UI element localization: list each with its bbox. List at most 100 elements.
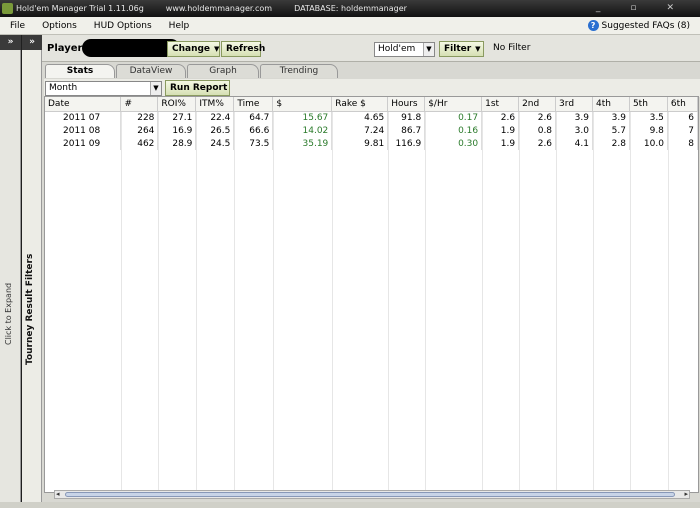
cell: 9.8 <box>629 124 668 137</box>
database-label: DATABASE: holdemmanager <box>294 4 407 13</box>
player-name-redacted <box>82 39 180 57</box>
chevron-down-icon: ▼ <box>150 82 161 95</box>
cell: 264 <box>120 124 159 137</box>
cell: 66.6 <box>233 124 274 137</box>
report-tabs: Stats DataView Graph Trending <box>42 64 700 78</box>
table-row[interactable]: 2011 08 264 16.9 26.5 66.6 14.02 7.24 86… <box>45 124 698 137</box>
cell: 73.5 <box>233 137 274 150</box>
cell-money: 35.19 <box>272 137 333 150</box>
cell: 16.9 <box>157 124 197 137</box>
period-select[interactable]: Month ▼ <box>45 81 162 96</box>
title-bar: Hold'em Manager Trial 1.11.06g www.holde… <box>0 0 700 17</box>
scroll-right-icon[interactable]: ▸ <box>684 491 688 498</box>
period-value: Month <box>49 83 78 93</box>
scroll-left-icon[interactable]: ◂ <box>56 491 60 498</box>
cell: 24.5 <box>195 137 235 150</box>
tab-trending[interactable]: Trending <box>260 64 338 78</box>
column-header[interactable]: Hours <box>387 97 426 112</box>
cell: 91.8 <box>387 111 426 124</box>
filter-button[interactable]: Filter ▼ <box>439 41 484 57</box>
cell: 116.9 <box>387 137 426 150</box>
cell-money-per-hour: 0.16 <box>424 124 483 137</box>
tab-dataview[interactable]: DataView <box>116 64 186 78</box>
expand-filters-button[interactable]: » <box>22 35 42 50</box>
run-report-button[interactable]: Run Report <box>165 80 230 96</box>
main-panel: Player (PS) Change ▼ Refresh Hold'em ▼ Fi… <box>42 35 700 502</box>
horizontal-scrollbar[interactable]: ◂ ▸ <box>54 490 690 499</box>
column-header[interactable]: 2nd <box>518 97 557 112</box>
cell-date: 2011 08 <box>45 124 122 137</box>
table-header-row: Date # ROI% ITM% Time $ Rake $ Hours $/H… <box>45 97 698 112</box>
column-header[interactable]: ITM% <box>195 97 235 112</box>
cell: 2.6 <box>518 111 557 124</box>
cell: 1.9 <box>481 137 520 150</box>
cell: 228 <box>120 111 159 124</box>
cell: 8 <box>667 137 698 150</box>
change-button[interactable]: Change ▼ <box>167 41 220 57</box>
cell: 64.7 <box>233 111 274 124</box>
cell: 3.0 <box>555 124 593 137</box>
close-button[interactable]: ✕ <box>666 3 674 13</box>
menu-help[interactable]: Help <box>159 21 197 31</box>
cell: 2.6 <box>481 111 520 124</box>
cell: 3.5 <box>629 111 668 124</box>
scrollbar-thumb[interactable] <box>65 492 675 497</box>
column-header[interactable]: Time <box>233 97 274 112</box>
cell: 26.5 <box>195 124 235 137</box>
cell: 1.9 <box>481 124 520 137</box>
change-label: Change <box>172 44 211 54</box>
column-header[interactable]: Date <box>45 97 122 112</box>
cell: 3.9 <box>555 111 593 124</box>
game-type-select[interactable]: Hold'em ▼ <box>374 42 435 57</box>
help-icon: ? <box>587 20 599 31</box>
suggested-faqs[interactable]: ? Suggested FAQs (8) <box>587 20 690 31</box>
menu-bar: File Options HUD Options Help ? Suggeste… <box>0 17 700 35</box>
column-header[interactable]: 5th <box>629 97 668 112</box>
tourney-filter-panel[interactable]: » Tourney Result Filters <box>22 35 42 502</box>
refresh-button[interactable]: Refresh <box>221 41 265 57</box>
column-header[interactable]: 3rd <box>555 97 593 112</box>
chevron-down-icon: ▼ <box>475 45 481 53</box>
column-header[interactable]: 1st <box>481 97 520 112</box>
cell: 4.65 <box>331 111 389 124</box>
column-header[interactable]: ROI% <box>157 97 197 112</box>
column-header[interactable]: 4th <box>592 97 630 112</box>
player-toolbar: Player (PS) Change ▼ Refresh Hold'em ▼ Fi… <box>42 35 700 62</box>
menu-hud-options[interactable]: HUD Options <box>84 21 159 31</box>
cell-money: 14.02 <box>272 124 333 137</box>
player-label: Player <box>47 43 83 54</box>
cell: 462 <box>120 137 159 150</box>
cell-date: 2011 07 <box>45 111 122 124</box>
column-header[interactable]: # <box>120 97 159 112</box>
expand-left-button[interactable]: » <box>0 35 21 50</box>
menu-file[interactable]: File <box>0 21 32 31</box>
column-header[interactable]: $/Hr <box>424 97 483 112</box>
table-row[interactable]: 2011 09 462 28.9 24.5 73.5 35.19 9.81 11… <box>45 137 698 150</box>
table-row[interactable]: 2011 07 228 27.1 22.4 64.7 15.67 4.65 91… <box>45 111 698 124</box>
game-type-value: Hold'em <box>378 44 416 54</box>
cell-date: 2011 09 <box>45 137 122 150</box>
cell: 2.8 <box>592 137 630 150</box>
cell-money: 15.67 <box>272 111 333 124</box>
collapsed-left-panel[interactable]: » Click to Expand <box>0 35 21 502</box>
chevron-down-icon: ▼ <box>423 43 434 56</box>
cell-money-per-hour: 0.17 <box>424 111 483 124</box>
tab-stats[interactable]: Stats <box>45 64 115 78</box>
column-header[interactable]: Rake $ <box>331 97 389 112</box>
column-header[interactable]: $ <box>272 97 333 112</box>
click-to-expand-label: Click to Expand <box>4 282 13 345</box>
report-bar: Month ▼ Run Report <box>44 79 700 97</box>
filter-label: Filter <box>444 44 472 54</box>
maximize-button[interactable]: ▫ <box>630 3 636 13</box>
menu-options[interactable]: Options <box>32 21 84 31</box>
app-title: Hold'em Manager Trial 1.11.06g <box>16 4 144 13</box>
cell: 10.0 <box>629 137 668 150</box>
column-header[interactable]: 6th <box>667 97 698 112</box>
stats-table: Date # ROI% ITM% Time $ Rake $ Hours $/H… <box>44 96 699 493</box>
minimize-button[interactable]: _ <box>596 3 601 13</box>
cell: 7.24 <box>331 124 389 137</box>
cell: 6 <box>667 111 698 124</box>
app-icon <box>2 3 13 14</box>
tab-graph[interactable]: Graph <box>187 64 259 78</box>
cell: 3.9 <box>592 111 630 124</box>
